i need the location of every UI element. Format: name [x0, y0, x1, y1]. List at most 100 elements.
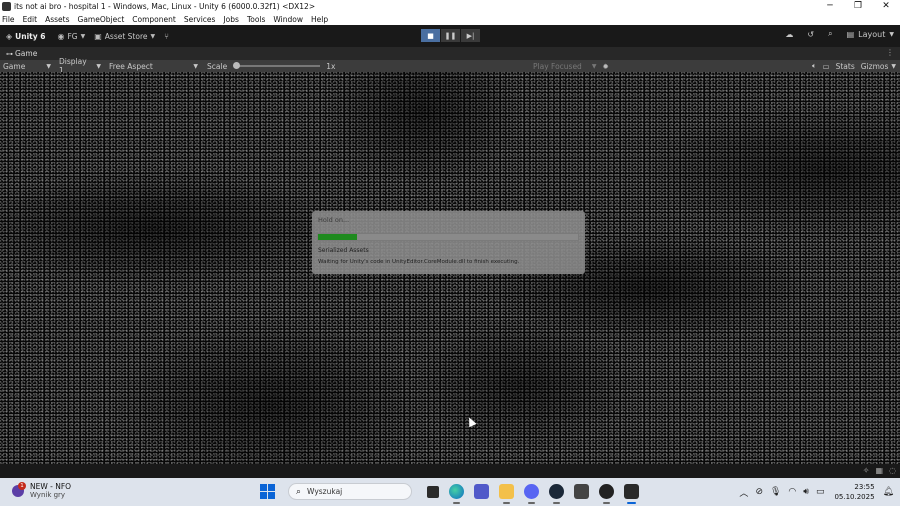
game-view-right-controls: 🔈︎ ▭ Stats Gizmos ▼: [806, 60, 896, 72]
dialog-status-text: Serialized Assets: [318, 247, 369, 254]
clock[interactable]: 23:55 05.10.2025: [834, 482, 874, 502]
task-view-icon[interactable]: [427, 485, 439, 498]
progress-dialog: Hold on... Serialized Assets Waiting for…: [312, 211, 585, 274]
stats-toggle[interactable]: Stats: [836, 62, 855, 71]
more-options-icon[interactable]: ⋮: [886, 48, 894, 57]
asset-store-dropdown[interactable]: ▣ Asset Store ▼: [94, 32, 158, 41]
layout-dropdown[interactable]: ▤ Layout ▼: [847, 30, 894, 39]
game-view-toolbar: Game ▼ Display 1 ▼ Free Aspect ▼ Scale 1…: [0, 57, 900, 75]
menu-assets[interactable]: Assets: [45, 15, 69, 24]
notifications-icon[interactable]: 🔔︎: [883, 487, 894, 497]
scale-label: Scale: [207, 61, 228, 71]
menu-gameobject[interactable]: GameObject: [78, 15, 125, 24]
widget-title: NEW - NFO: [30, 482, 72, 491]
menu-window[interactable]: Window: [273, 15, 303, 24]
play-focused-label: Play Focused: [533, 61, 582, 71]
mute-audio-icon[interactable]: 🔈︎: [812, 61, 817, 71]
layout-icon: ▤: [846, 29, 855, 39]
gamepad-icon: ⊶: [6, 49, 13, 58]
widget-badge: 1: [18, 481, 26, 490]
editor-status-bar: ✧ ▦ ◌: [0, 464, 900, 478]
unity-hub-icon[interactable]: [574, 484, 589, 499]
search-placeholder: Wyszukaj: [307, 487, 343, 496]
taskbar-apps: ⌕ Wyszukaj: [260, 483, 644, 504]
minimize-button[interactable]: ─: [816, 0, 844, 13]
close-button[interactable]: ✕: [872, 0, 900, 13]
tab-game-label: Game: [15, 49, 38, 58]
version-control-button[interactable]: ⑂: [164, 32, 172, 41]
file-explorer-icon[interactable]: [499, 484, 514, 504]
play-controls: ■ ❚❚ ▶|: [421, 29, 481, 42]
teams-icon[interactable]: [474, 484, 489, 499]
layout-label: Layout: [858, 29, 886, 39]
menu-jobs[interactable]: Jobs: [223, 15, 238, 24]
aspect-dropdown[interactable]: Free Aspect ▼: [106, 62, 201, 71]
play-focused-dropdown[interactable]: Play Focused ▼ ✹: [533, 60, 609, 72]
step-button[interactable]: ▶|: [461, 29, 480, 42]
steam-icon[interactable]: [549, 484, 564, 504]
scale-slider[interactable]: [233, 62, 321, 69]
account-dropdown[interactable]: ◉ FG ▼: [57, 32, 88, 41]
chevron-down-icon: ▼: [96, 62, 101, 70]
cache-server-icon[interactable]: ▦: [875, 466, 883, 475]
chevron-up-icon[interactable]: ︿: [739, 486, 748, 499]
menu-tools[interactable]: Tools: [247, 15, 265, 24]
recording-app-icon[interactable]: [599, 484, 614, 504]
scale-slider-handle[interactable]: [233, 62, 241, 69]
chevron-down-icon: ▼: [80, 32, 86, 40]
menu-component[interactable]: Component: [132, 15, 176, 24]
status-icons: ✧ ▦ ◌: [857, 466, 896, 475]
edge-browser-icon[interactable]: [449, 484, 464, 504]
main-toolbar: ◈ Unity 6 ◉ FG ▼ ▣ Asset Store ▼ ⑂ ■ ❚❚ …: [0, 25, 900, 47]
game-mode-label: Game: [3, 61, 26, 71]
microphone-icon[interactable]: 🎙︎: [770, 487, 781, 497]
wifi-icon[interactable]: ◠: [788, 487, 796, 497]
search-icon[interactable]: ⌕: [828, 29, 832, 39]
progress-status-icon[interactable]: ◌: [889, 466, 896, 475]
widgets-button[interactable]: 1 NEW - NFO Wynik gry: [12, 481, 72, 499]
window-title: its not ai bro - hospital 1 - Windows, M…: [14, 2, 316, 11]
chevron-down-icon: ▼: [889, 30, 894, 38]
unity-app-icon: [2, 2, 11, 11]
menu-services[interactable]: Services: [184, 15, 216, 24]
cloud-icon[interactable]: ☁: [785, 30, 793, 39]
unity-label: Unity 6: [15, 31, 46, 41]
bug-icon[interactable]: ✹: [602, 62, 608, 71]
pause-button[interactable]: ❚❚: [441, 29, 460, 42]
widget-subtitle: Wynik gry: [30, 491, 66, 499]
gizmos-toggle[interactable]: Gizmos: [861, 62, 889, 71]
tab-game[interactable]: ⊶ Game: [0, 49, 37, 58]
version-control-icon: ⑂: [164, 31, 169, 41]
scale-value: 1x: [326, 61, 336, 71]
taskbar-search-box[interactable]: ⌕ Wyszukaj: [288, 483, 412, 500]
vpn-icon[interactable]: ⊘: [755, 487, 763, 497]
play-button[interactable]: ■: [421, 29, 440, 42]
chevron-down-icon: ▼: [591, 62, 597, 70]
unity-logo-icon: ◈: [6, 31, 13, 41]
game-mode-dropdown[interactable]: Game ▼: [0, 62, 54, 71]
discord-icon[interactable]: [524, 484, 539, 504]
windows-start-icon[interactable]: [260, 484, 275, 499]
game-viewport[interactable]: Hold on... Serialized Assets Waiting for…: [0, 72, 900, 464]
volume-icon[interactable]: 🔊︎: [803, 487, 809, 497]
chevron-down-icon: ▼: [193, 62, 198, 70]
toolbar-right: ☁ ↺ ⌕ ▤ Layout ▼: [771, 29, 894, 39]
debug-mode-icon[interactable]: ✧: [863, 466, 870, 475]
stats-icon[interactable]: ▭: [822, 62, 829, 71]
account-icon: ◉: [57, 31, 65, 41]
history-icon[interactable]: ↺: [807, 30, 814, 39]
clock-time: 23:55: [854, 483, 875, 491]
dialog-title: Hold on...: [318, 216, 350, 224]
battery-icon[interactable]: ▭: [816, 487, 825, 497]
windows-taskbar: 1 NEW - NFO Wynik gry ⌕ Wyszukaj ︿ ⊘ 🎙︎ …: [0, 478, 900, 506]
unity-home-button[interactable]: ◈ Unity 6: [6, 32, 45, 41]
menu-file[interactable]: File: [2, 15, 15, 24]
menu-edit[interactable]: Edit: [23, 15, 38, 24]
unity-editor-taskbar-icon[interactable]: [624, 484, 639, 504]
game-tab-bar: ⊶ Game ⋮: [0, 47, 900, 60]
chevron-down-icon[interactable]: ▼: [891, 63, 896, 70]
menu-help[interactable]: Help: [311, 15, 328, 24]
aspect-label: Free Aspect: [109, 61, 153, 71]
scale-control: Scale 1x: [207, 62, 335, 71]
restore-button[interactable]: ❐: [844, 0, 872, 13]
